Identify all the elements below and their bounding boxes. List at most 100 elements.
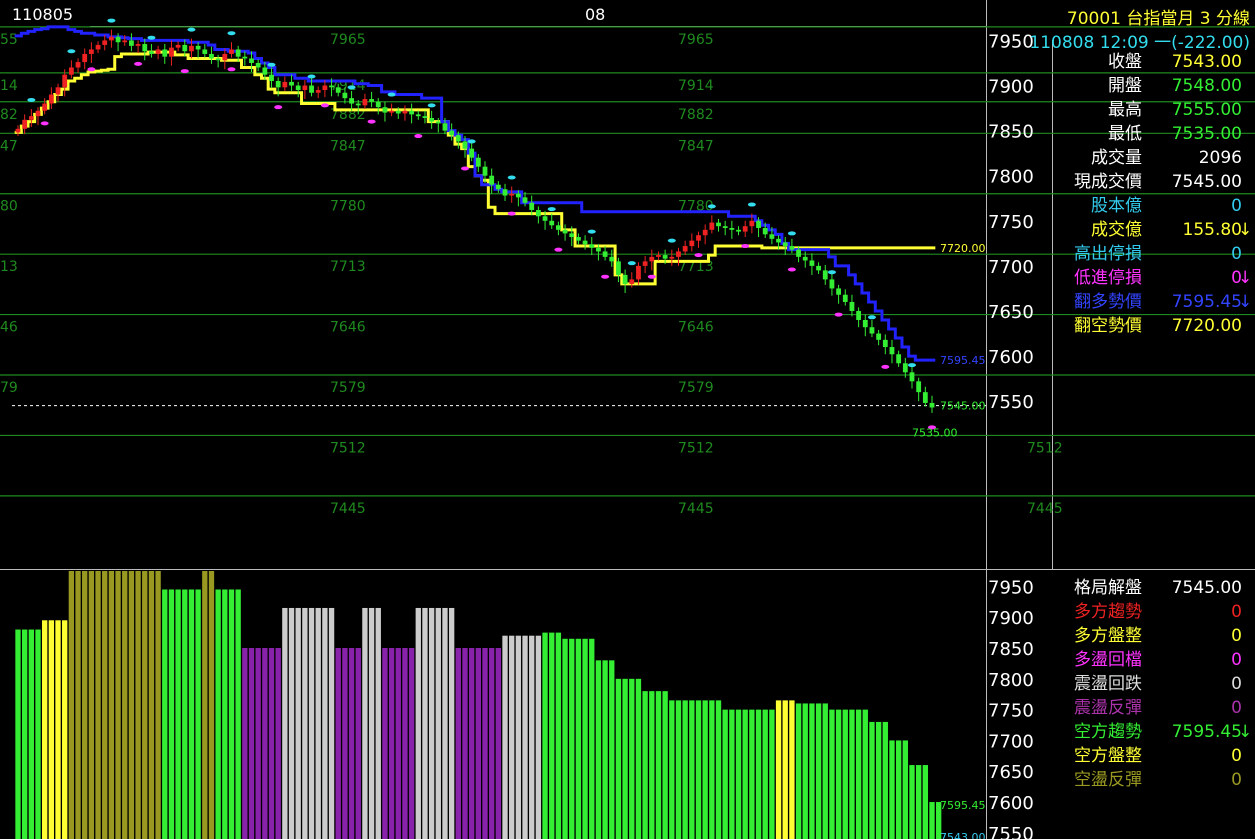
- stop-marker: [320, 103, 329, 108]
- regime-bar: [115, 571, 121, 839]
- regime-bar: [569, 638, 575, 839]
- regime-bar: [255, 648, 261, 839]
- candle-body: [495, 184, 501, 190]
- candle-body: [782, 242, 788, 247]
- regime-bar: [875, 721, 882, 839]
- regime-bar: [128, 571, 135, 839]
- candle-body: [702, 229, 708, 236]
- stop-marker: [647, 274, 656, 279]
- pattern-label: 空盪反彈: [1074, 770, 1142, 790]
- pattern-value: 7545.00: [1171, 578, 1242, 598]
- regime-bar: [35, 629, 41, 839]
- candle-body: [129, 40, 134, 46]
- quote-value: 0: [1231, 268, 1242, 288]
- candle-body: [242, 56, 248, 59]
- pattern-row: 多盪回檔 0: [1062, 648, 1252, 672]
- candle-body: [596, 247, 601, 252]
- regime-bar: [502, 635, 508, 839]
- candle-body: [322, 85, 328, 91]
- regime-bar: [882, 721, 888, 839]
- y-tick-label: 7700: [988, 731, 1034, 752]
- quote-row: 最低 7535.00: [1062, 122, 1252, 146]
- regime-bar: [122, 571, 128, 839]
- candle-body: [569, 233, 575, 238]
- candle-body: [162, 49, 168, 57]
- regime-bar: [762, 709, 768, 839]
- candle-body: [362, 99, 368, 106]
- candle-body: [616, 261, 621, 275]
- gridline-label: 80: [0, 199, 18, 215]
- candle-body: [342, 92, 348, 99]
- gridline-label: 7965: [678, 32, 714, 48]
- quote-value: 0: [1231, 244, 1242, 264]
- candle-body: [555, 225, 561, 230]
- regime-bar: [862, 709, 868, 839]
- candle-body: [836, 288, 842, 295]
- y-tick-label: 7700: [988, 257, 1034, 278]
- regime-bar: [609, 660, 615, 839]
- regime-bar: [869, 721, 875, 839]
- candle-body: [896, 354, 902, 364]
- regime-bar: [902, 740, 908, 839]
- quote-label: 成交億: [1091, 220, 1142, 240]
- regime-bar: [448, 607, 455, 839]
- candle-body: [269, 74, 274, 82]
- candle-body: [309, 85, 314, 93]
- stop-marker: [507, 175, 516, 180]
- candle-body: [35, 110, 41, 117]
- gridline-label: 7512: [1027, 440, 1063, 456]
- pattern-value: 0: [1231, 770, 1242, 790]
- pattern-row: 多方盤整 0: [1062, 624, 1252, 648]
- candle-body: [689, 240, 695, 247]
- regime-bar: [589, 638, 595, 839]
- regime-bar: [368, 607, 375, 839]
- pattern-value: 0: [1231, 650, 1242, 670]
- candle-body: [42, 103, 48, 111]
- regime-bar: [855, 709, 862, 839]
- regime-bar: [322, 607, 328, 839]
- regime-bar: [428, 607, 435, 839]
- candle-body: [869, 327, 875, 334]
- candle-body: [756, 220, 761, 229]
- regime-bar: [175, 589, 181, 839]
- pattern-label: 多盪回檔: [1074, 650, 1142, 670]
- gridline-label: 7646: [330, 320, 366, 336]
- regime-bar: [455, 648, 461, 839]
- regime-bar: [849, 709, 855, 839]
- regime-bar: [142, 571, 148, 839]
- regime-bar: [375, 607, 381, 839]
- regime-bar: [228, 589, 235, 839]
- quote-row: 現成交價 7545.00: [1062, 170, 1252, 194]
- stop-marker: [40, 121, 49, 126]
- gridline-label: 7847: [330, 138, 366, 154]
- pattern-value: 0: [1231, 674, 1242, 694]
- candle-body: [636, 265, 641, 280]
- candle-body: [28, 116, 34, 120]
- y-tick-label: 7800: [988, 670, 1034, 691]
- stop-marker: [427, 103, 436, 108]
- arrow-down-icon: ↓: [1238, 292, 1253, 312]
- gridline-label: 7713: [330, 259, 366, 275]
- quote-value: 7548.00: [1171, 76, 1242, 96]
- chart-title: 70001 台指當月 3 分線: [1066, 9, 1250, 29]
- candle-body: [862, 319, 868, 328]
- candle-body: [289, 81, 294, 86]
- regime-bar: [75, 571, 81, 839]
- candle-body: [849, 301, 855, 311]
- candle-body: [582, 240, 588, 245]
- stop-marker: [274, 105, 283, 110]
- candle-body: [802, 256, 808, 261]
- candle-body: [375, 101, 381, 108]
- candle-body: [215, 58, 221, 61]
- candle-body: [382, 107, 388, 113]
- candle-body: [876, 333, 882, 340]
- candle-body: [882, 339, 888, 348]
- regime-bar: [555, 632, 562, 839]
- regime-bar: [682, 700, 688, 839]
- candle-body: [922, 392, 928, 403]
- regime-bar: [82, 571, 88, 839]
- candle-body: [776, 238, 781, 243]
- quote-row: 高出停損 0: [1062, 242, 1252, 266]
- value-annotation: 7545.00: [940, 400, 986, 413]
- stop-marker: [460, 166, 469, 171]
